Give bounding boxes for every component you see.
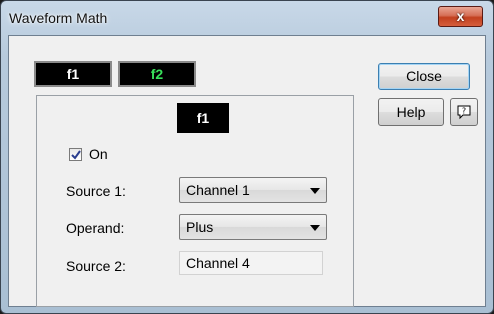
source2-field: Channel 4: [179, 251, 323, 275]
window-title: Waveform Math: [9, 10, 108, 26]
tab-f2[interactable]: f2: [118, 61, 196, 87]
operand-label: Operand:: [66, 220, 125, 236]
checkmark-icon: [71, 150, 81, 160]
chevron-down-icon: [310, 225, 320, 231]
source1-select[interactable]: Channel 1: [179, 177, 327, 203]
source1-label: Source 1:: [66, 183, 126, 199]
svg-text:?: ?: [462, 107, 466, 116]
source2-label: Source 2:: [66, 258, 126, 274]
close-icon: x: [456, 8, 465, 24]
help-button[interactable]: Help: [378, 98, 444, 126]
operand-value: Plus: [186, 219, 214, 235]
chevron-down-icon: [310, 188, 320, 194]
question-icon: ?: [457, 105, 471, 120]
tab-f1[interactable]: f1: [34, 61, 112, 87]
waveform-math-dialog: Waveform Math x f1 f2 f1 On Source 1: Ch…: [0, 0, 494, 314]
context-help-button[interactable]: ?: [450, 98, 478, 126]
on-label[interactable]: On: [89, 146, 108, 162]
function-header-label: f1: [177, 103, 229, 133]
title-bar[interactable]: Waveform Math x: [1, 1, 493, 37]
source2-value: Channel 4: [186, 255, 250, 271]
operand-select[interactable]: Plus: [179, 214, 327, 240]
close-button[interactable]: Close: [378, 63, 470, 90]
source1-value: Channel 1: [186, 182, 250, 198]
window-close-button[interactable]: x: [438, 6, 483, 27]
on-checkbox[interactable]: [69, 148, 82, 161]
dialog-client-area: f1 f2 f1 On Source 1: Channel 1 Operand:…: [8, 35, 486, 307]
